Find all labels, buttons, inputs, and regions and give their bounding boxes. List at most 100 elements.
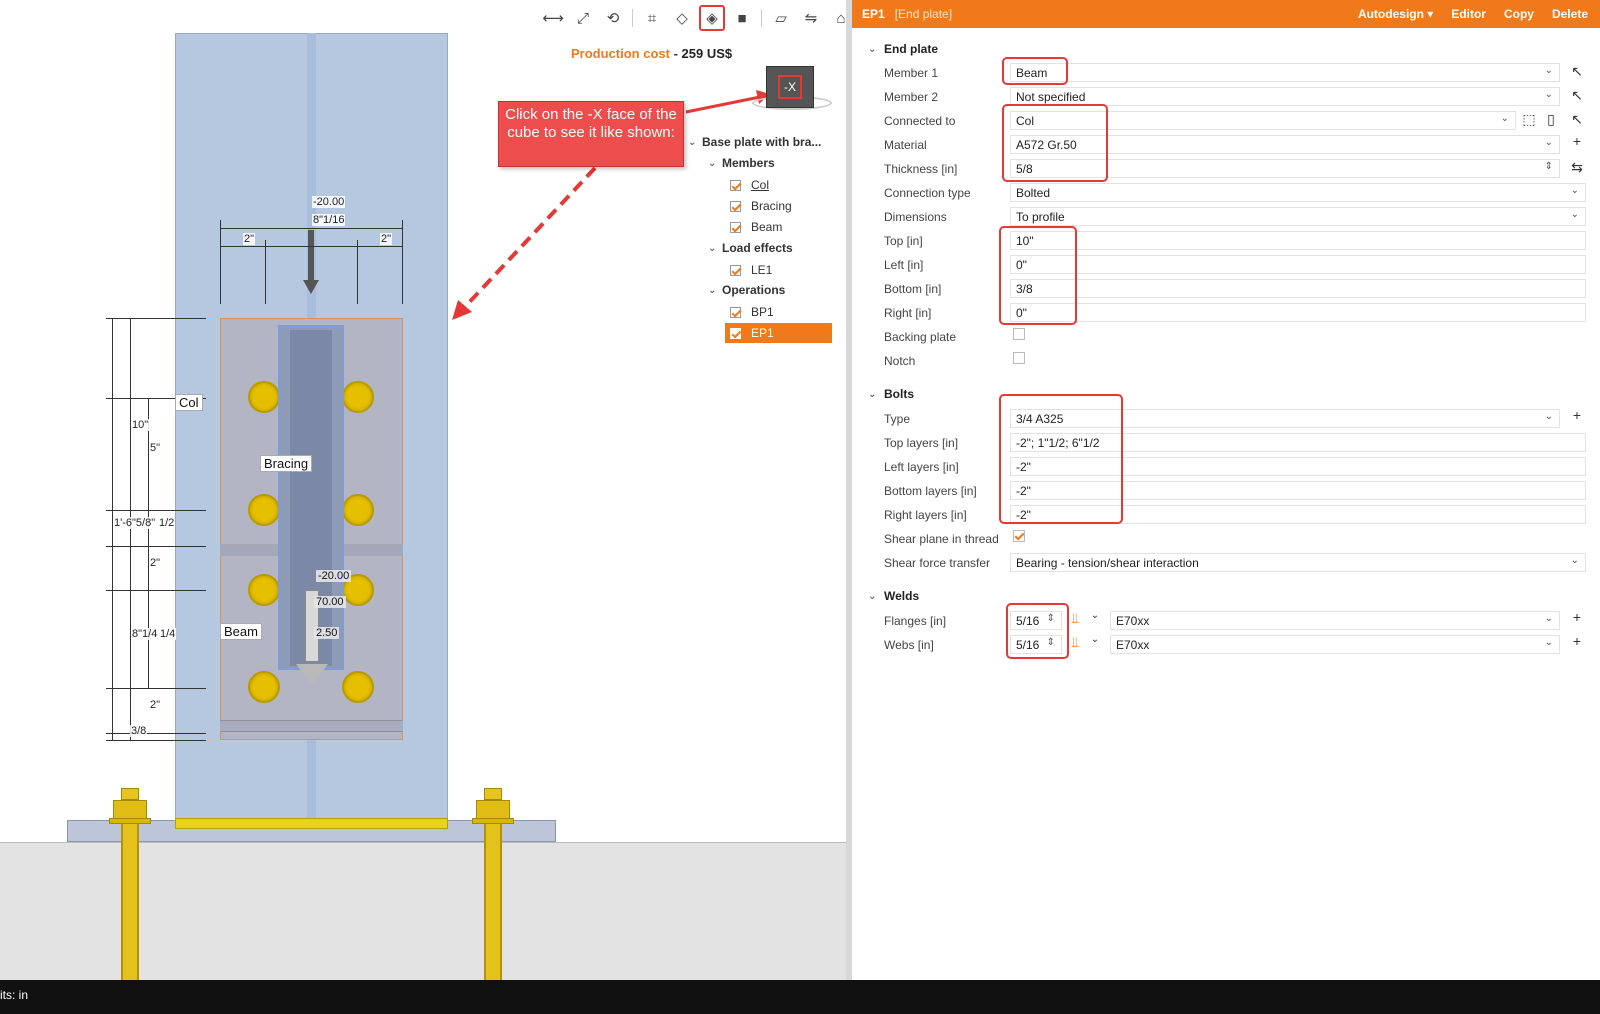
checkbox-checked[interactable] [730, 327, 741, 339]
notch-checkbox[interactable] [1013, 352, 1025, 364]
tree-item-label: Col [751, 178, 770, 192]
tree-item-ep1[interactable]: EP1 [725, 323, 832, 343]
chevron-down-icon[interactable]: ⌄ [868, 591, 884, 602]
chevron-down-icon[interactable]: ⌄ [868, 44, 884, 55]
webs-weld-size[interactable]: 5/16 ⇕ [1010, 635, 1062, 654]
left-value: 0" [1016, 258, 1027, 272]
thickness-select[interactable]: 5/8 ⇕ [1010, 159, 1560, 178]
prop-label: Bottom layers [in] [884, 484, 977, 498]
dim-line [357, 240, 358, 304]
top-layers-input[interactable]: -2"; 1"1/2; 6"1/2 [1010, 433, 1586, 452]
navcube-face-minus-x[interactable]: -X [778, 75, 802, 99]
backing-plate-checkbox[interactable] [1013, 328, 1025, 340]
copy-button[interactable]: Copy [1504, 7, 1534, 21]
bottom-layers-input[interactable]: -2" [1010, 481, 1586, 500]
checkbox-checked[interactable] [730, 179, 741, 191]
flanges-electrode-select[interactable]: E70xx ⌄ [1110, 611, 1560, 630]
operation-type: [End plate] [894, 7, 953, 21]
mirror-icon[interactable]: ⇋ [798, 5, 824, 31]
add-icon[interactable]: + [1568, 407, 1586, 423]
tree-item-col[interactable]: Col [730, 175, 769, 195]
measure-icon[interactable]: ⟷ [540, 5, 566, 31]
tree-group-members[interactable]: ⌄ Members [708, 153, 775, 173]
solid-view-icon[interactable]: ■ [729, 5, 755, 31]
shear-plane-checkbox[interactable] [1013, 530, 1025, 542]
bolt-type-select[interactable]: 3/4 A325 ⌄ [1010, 409, 1560, 428]
chevron-down-icon[interactable]: ⌄ [708, 158, 722, 169]
dim-line [220, 220, 221, 304]
swap-icon[interactable]: ⇆ [1568, 159, 1586, 176]
tree-group-load-effects[interactable]: ⌄ Load effects [708, 238, 793, 258]
right-layers-input[interactable]: -2" [1010, 505, 1586, 524]
tree-group-operations[interactable]: ⌄ Operations [708, 280, 785, 300]
right-input[interactable]: 0" [1010, 303, 1586, 322]
bottom-input[interactable]: 3/8 [1010, 279, 1586, 298]
anchor-rod-left-top [121, 788, 139, 800]
section-end-plate[interactable]: ⌄ End plate [868, 42, 938, 56]
transparent-view-icon[interactable]: ◈ [699, 5, 725, 31]
chevron-down-icon[interactable]: ⌄ [708, 243, 722, 254]
dimensions-select[interactable]: To profile ⌄ [1010, 207, 1586, 226]
chevron-down-icon[interactable]: ⌄ [688, 137, 702, 148]
chevron-down-icon[interactable]: ⌄ [868, 389, 884, 400]
tree-item-bp1[interactable]: BP1 [730, 302, 774, 322]
add-icon[interactable]: + [1568, 633, 1586, 649]
material-select[interactable]: A572 Gr.50 ⌄ [1010, 135, 1560, 154]
autodesign-button[interactable]: Autodesign ▾ [1358, 7, 1433, 21]
top-input[interactable]: 10" [1010, 231, 1586, 250]
navigation-cube[interactable]: -X [766, 66, 814, 108]
flanges-weld-size[interactable]: 5/16 ⇕ [1010, 611, 1062, 630]
shear-force-select[interactable]: Bearing - tension/shear interaction ⌄ [1010, 553, 1586, 572]
rotate-icon[interactable]: ⟲ [600, 5, 626, 31]
bolt [342, 671, 374, 703]
fit-view-icon[interactable]: ⤢ [570, 5, 596, 31]
pick-cursor-icon[interactable]: ↖ [1568, 111, 1586, 128]
tree-item-bracing[interactable]: Bracing [730, 196, 792, 216]
bolt [248, 381, 280, 413]
prop-label: Backing plate [884, 330, 957, 344]
bolt [248, 494, 280, 526]
dim-top-force: -20.00 [312, 196, 346, 208]
section-welds[interactable]: ⌄ Welds [868, 589, 919, 603]
checkbox-checked[interactable] [730, 306, 741, 318]
left-input[interactable]: 0" [1010, 255, 1586, 274]
connected-to-select[interactable]: Col ⌄ [1010, 111, 1516, 130]
pick-cursor-icon[interactable]: ↖ [1568, 87, 1586, 104]
checkbox-checked[interactable] [730, 264, 741, 276]
chevron-down-icon[interactable]: ⌄ [1086, 634, 1104, 645]
edge-icon[interactable]: ▯ [1542, 111, 1560, 128]
chevron-down-icon: ⌄ [1544, 613, 1553, 624]
base-plate[interactable] [175, 818, 448, 829]
chevron-down-icon[interactable]: ⌄ [708, 285, 722, 296]
thickness-value: 5/8 [1016, 162, 1033, 176]
editor-button[interactable]: Editor [1451, 7, 1486, 21]
chevron-down-icon[interactable]: ⌄ [1086, 610, 1104, 621]
delete-button[interactable]: Delete [1552, 7, 1588, 21]
tree-root[interactable]: ⌄ Base plate with bra... [688, 132, 821, 152]
section-bolts[interactable]: ⌄ Bolts [868, 387, 914, 401]
member2-select[interactable]: Not specified ⌄ [1010, 87, 1560, 106]
wireframe-icon[interactable]: ◇ [669, 5, 695, 31]
crop-icon[interactable]: ⌗ [639, 5, 665, 31]
flanges-electrode-value: E70xx [1116, 614, 1150, 628]
load-arrow-head [296, 664, 328, 684]
member1-select[interactable]: Beam ⌄ [1010, 63, 1560, 82]
add-icon[interactable]: + [1568, 609, 1586, 625]
prop-label: Top [in] [884, 234, 923, 248]
section-icon[interactable]: ▱ [768, 5, 794, 31]
tree-item-beam[interactable]: Beam [730, 217, 782, 237]
add-icon[interactable]: + [1568, 133, 1586, 149]
weld-type-icon[interactable]: ⫫ [1066, 610, 1084, 627]
tree-item-le1[interactable]: LE1 [730, 260, 772, 280]
dim-line [112, 318, 113, 740]
webs-electrode-select[interactable]: E70xx ⌄ [1110, 635, 1560, 654]
connection-type-select[interactable]: Bolted ⌄ [1010, 183, 1586, 202]
weld-type-icon[interactable]: ⫫ [1066, 634, 1084, 651]
connect-face-icon[interactable]: ⬚ [1520, 111, 1538, 128]
pick-cursor-icon[interactable]: ↖ [1568, 63, 1586, 80]
left-layers-input[interactable]: -2" [1010, 457, 1586, 476]
checkbox-checked[interactable] [730, 221, 741, 233]
3d-viewport[interactable]: -20.00 8"1/16 2" 2" Col Bracing Beam 10"… [0, 0, 846, 980]
home-icon[interactable]: ⌂ [828, 5, 846, 31]
checkbox-checked[interactable] [730, 200, 741, 212]
